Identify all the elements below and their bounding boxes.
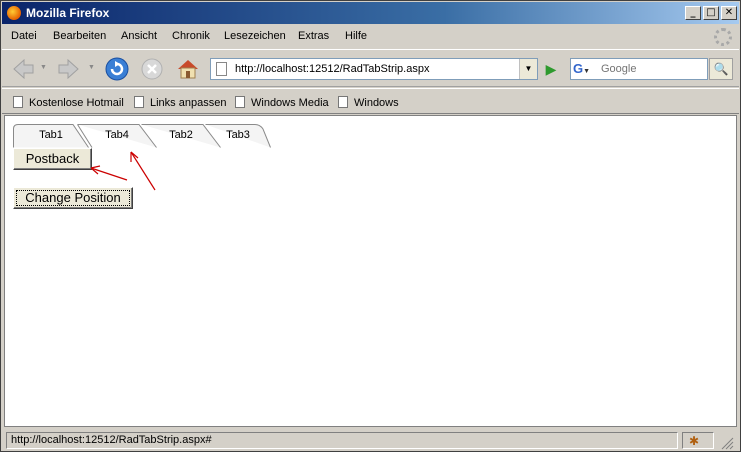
- annotation-arrows: [90, 151, 156, 191]
- maximize-button[interactable]: □: [703, 6, 719, 20]
- title-bar[interactable]: Mozilla Firefox _ □ ✕: [2, 2, 739, 24]
- postback-button[interactable]: Postback: [13, 148, 92, 170]
- bookmark-windows-media[interactable]: Windows Media: [235, 96, 329, 109]
- resize-grip-icon[interactable]: [716, 432, 736, 450]
- menu-lesezeichen[interactable]: Lesezeichen: [224, 30, 286, 42]
- page-icon: [216, 62, 227, 76]
- bookmark-windows[interactable]: Windows: [338, 96, 399, 109]
- menu-chronik[interactable]: Chronik: [172, 30, 210, 42]
- bookmark-links-anpassen[interactable]: Links anpassen: [134, 96, 226, 109]
- browser-window: Mozilla Firefox _ □ ✕ Datei Bearbeiten A…: [0, 0, 741, 452]
- forward-history-chevron-icon[interactable]: ▼: [88, 64, 95, 71]
- search-input[interactable]: [601, 61, 705, 77]
- close-button[interactable]: ✕: [721, 6, 737, 20]
- bookmark-kostenlose-hotmail[interactable]: Kostenlose Hotmail: [13, 96, 124, 109]
- bookmarks-toolbar: Kostenlose Hotmail Links anpassen Window…: [2, 88, 739, 114]
- menu-bearbeiten[interactable]: Bearbeiten: [53, 30, 106, 42]
- reload-icon[interactable]: [104, 56, 130, 82]
- back-history-chevron-icon[interactable]: ▼: [40, 64, 47, 71]
- forward-icon[interactable]: [56, 56, 82, 82]
- page-icon: [235, 96, 245, 108]
- navigation-toolbar: ▼ ▼ http://localhost:12512/RadTabStrip.a…: [2, 49, 739, 87]
- menu-hilfe[interactable]: Hilfe: [345, 30, 367, 42]
- url-bar[interactable]: http://localhost:12512/RadTabStrip.aspx …: [210, 58, 538, 80]
- activity-throbber-icon: [714, 28, 732, 46]
- status-bar: http://localhost:12512/RadTabStrip.aspx#…: [2, 429, 739, 451]
- menu-ansicht[interactable]: Ansicht: [121, 30, 157, 42]
- google-engine-icon[interactable]: G▼: [573, 61, 595, 77]
- page-icon: [13, 96, 23, 108]
- go-icon[interactable]: ▶: [541, 59, 561, 79]
- window-title: Mozilla Firefox: [26, 6, 110, 20]
- arrow-to-tab4: [130, 151, 156, 191]
- arrow-to-postback: [90, 167, 128, 181]
- page-content: Tab1 Tab4 Tab2 Tab3 Postback Change Posi…: [4, 115, 737, 427]
- minimize-button[interactable]: _: [685, 6, 701, 20]
- menu-bar: Datei Bearbeiten Ansicht Chronik Lesezei…: [2, 25, 739, 47]
- home-icon[interactable]: [175, 56, 201, 82]
- page-icon: [338, 96, 348, 108]
- back-icon[interactable]: [10, 56, 36, 82]
- status-text: http://localhost:12512/RadTabStrip.aspx#: [6, 432, 678, 449]
- tab-tab3[interactable]: Tab3: [205, 124, 271, 148]
- search-bar[interactable]: G▼: [570, 58, 708, 80]
- stop-icon[interactable]: [139, 56, 165, 82]
- page-icon: [134, 96, 144, 108]
- menu-extras[interactable]: Extras: [298, 30, 329, 42]
- status-cell: ✱: [682, 432, 714, 449]
- grip-lines: [721, 437, 734, 450]
- url-dropdown-icon[interactable]: ▼: [519, 59, 537, 79]
- url-text[interactable]: http://localhost:12512/RadTabStrip.aspx: [235, 63, 429, 75]
- firefox-icon: [6, 5, 22, 21]
- search-icon[interactable]: 🔍: [709, 58, 733, 80]
- menu-datei[interactable]: Datei: [11, 30, 37, 42]
- bug-icon[interactable]: ✱: [689, 434, 699, 448]
